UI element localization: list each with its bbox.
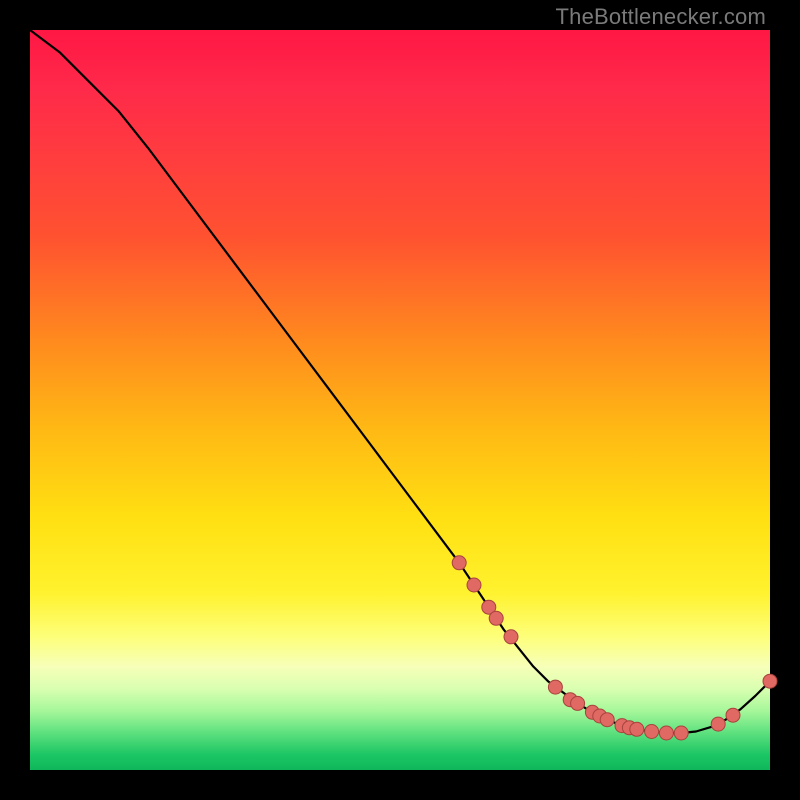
marker-point [571,696,585,710]
marker-point [489,611,503,625]
watermark-text: TheBottlenecker.com [556,4,766,30]
marker-point [504,630,518,644]
marker-point [467,578,481,592]
marker-point [645,725,659,739]
marker-point [630,722,644,736]
marker-point [711,717,725,731]
chart-frame: TheBottlenecker.com [0,0,800,800]
curve-layer [30,30,770,770]
marker-point [452,556,466,570]
marker-point [726,708,740,722]
bottleneck-curve [30,30,770,733]
marker-point [548,680,562,694]
marker-point [600,713,614,727]
marker-point [763,674,777,688]
marker-group [452,556,777,740]
marker-point [659,726,673,740]
marker-point [674,726,688,740]
